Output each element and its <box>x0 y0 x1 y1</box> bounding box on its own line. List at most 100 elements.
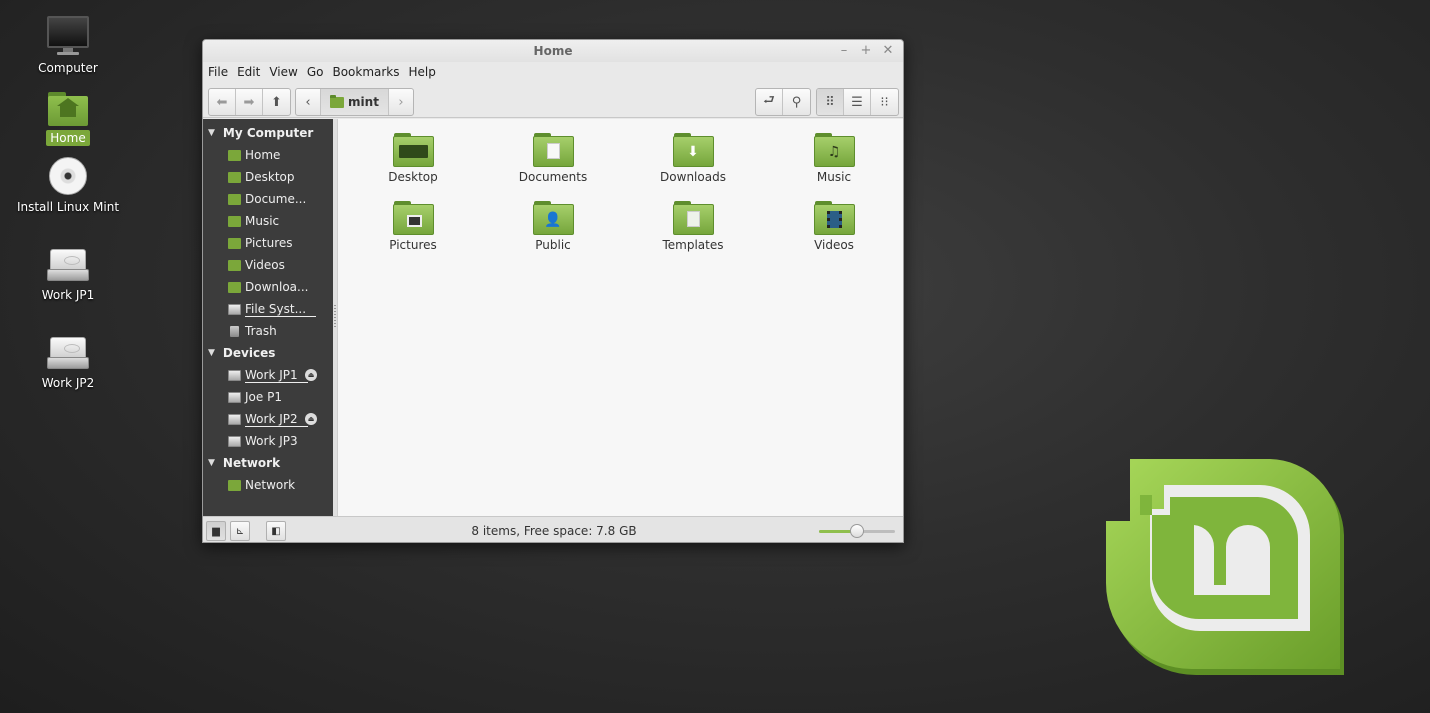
zoom-slider[interactable] <box>819 524 895 538</box>
breadcrumb-label: mint <box>348 95 379 109</box>
zoom-slider-knob[interactable] <box>850 524 864 538</box>
file-view: Desktop Documents ⬇ Downloads ♫ Music Pi… <box>338 119 903 516</box>
desktop-icon-computer[interactable]: Computer <box>8 16 128 76</box>
pictures-folder-icon <box>228 237 241 249</box>
sidebar-item-network[interactable]: Network <box>203 474 333 496</box>
sidebar-item-trash[interactable]: Trash <box>203 320 333 342</box>
menu-help[interactable]: Help <box>409 65 442 79</box>
drive-icon <box>228 391 241 403</box>
documents-folder-icon <box>228 193 241 205</box>
drive-icon <box>47 249 89 283</box>
sidebar-item-music[interactable]: Music <box>203 210 333 232</box>
trash-icon <box>230 325 239 337</box>
sidebar-item-label: Music <box>245 214 280 228</box>
search-button[interactable]: ⚲ <box>783 89 810 115</box>
menu-go[interactable]: Go <box>307 65 330 79</box>
triangle-down-icon: ▼ <box>208 128 215 138</box>
file-item-documents[interactable]: Documents <box>498 133 608 184</box>
eject-icon[interactable]: ⏏ <box>305 413 317 425</box>
menu-edit[interactable]: Edit <box>237 65 266 79</box>
open-terminal-button[interactable]: ⮐ <box>756 89 783 115</box>
icon-view-button[interactable]: ⠿ <box>817 89 844 115</box>
sidebar-item-work-jp1[interactable]: Work JP1 ⏏ <box>203 364 333 386</box>
triangle-down-icon: ▼ <box>208 458 215 468</box>
desktop-icon-label: Computer <box>38 61 98 75</box>
desktop-icon-work-jp2[interactable]: Work JP2 <box>8 337 128 391</box>
public-folder-icon: 👤 <box>532 201 574 235</box>
disc-icon <box>49 157 87 195</box>
sidebar-item-label: Network <box>245 478 296 492</box>
desktop-icon-home[interactable]: Home <box>8 92 128 146</box>
forward-button[interactable]: ➡ <box>236 89 263 115</box>
file-item-downloads[interactable]: ⬇ Downloads <box>638 133 748 184</box>
breadcrumb: ‹ mint › <box>295 88 414 116</box>
drive-icon <box>228 369 241 381</box>
sidebar-section-network[interactable]: ▼ Network <box>203 452 333 474</box>
sidebar-item-pictures[interactable]: Pictures <box>203 232 333 254</box>
documents-folder-icon <box>532 133 574 167</box>
back-button[interactable]: ⬅ <box>209 89 236 115</box>
downloads-folder-icon <box>228 281 241 293</box>
menu-view[interactable]: View <box>269 65 303 79</box>
desktop-icon-work-jp1[interactable]: Work JP1 <box>8 249 128 303</box>
drive-icon <box>228 303 241 315</box>
path-next-button[interactable]: › <box>389 89 413 115</box>
minimize-button[interactable]: – <box>837 43 851 58</box>
file-item-label: Music <box>816 170 852 184</box>
sidebar-item-label: Trash <box>245 324 277 338</box>
up-button[interactable]: ⬆ <box>263 89 290 115</box>
file-item-music[interactable]: ♫ Music <box>779 133 889 184</box>
file-item-public[interactable]: 👤 Public <box>498 201 608 252</box>
menubar: File Edit View Go Bookmarks Help <box>203 62 903 82</box>
sidebar-item-file-system[interactable]: File Syst... <box>203 298 333 320</box>
menu-bookmarks[interactable]: Bookmarks <box>332 65 405 79</box>
compact-view-button[interactable]: ⁝⁝ <box>871 89 898 115</box>
nav-button-group: ⬅ ➡ ⬆ <box>208 88 291 116</box>
videos-folder-icon <box>813 201 855 235</box>
sidebar-item-joe-p1[interactable]: Joe P1 <box>203 386 333 408</box>
sidebar-item-downloads[interactable]: Downloa... <box>203 276 333 298</box>
sidebar-item-work-jp3[interactable]: Work JP3 <box>203 430 333 452</box>
home-folder-icon <box>48 92 88 126</box>
eject-icon[interactable]: ⏏ <box>305 369 317 381</box>
desktop-icon-label: Install Linux Mint <box>16 200 120 214</box>
music-folder-icon <box>228 215 241 227</box>
compact-icon: ⁝⁝ <box>880 94 889 110</box>
arrow-left-icon: ⬅ <box>216 94 228 110</box>
sidebar-item-label: Videos <box>245 258 285 272</box>
triangle-down-icon: ▼ <box>208 348 215 358</box>
file-manager-window: Home – + ✕ File Edit View Go Bookmarks H… <box>202 39 904 543</box>
drive-icon <box>228 435 241 447</box>
file-item-desktop[interactable]: Desktop <box>358 133 468 184</box>
sidebar-item-label: Desktop <box>245 170 295 184</box>
breadcrumb-mint[interactable]: mint <box>321 89 389 115</box>
sidebar-section-my-computer[interactable]: ▼ My Computer <box>203 122 333 144</box>
file-item-label: Videos <box>814 238 854 252</box>
music-folder-icon: ♫ <box>813 133 855 167</box>
sidebar-item-videos[interactable]: Videos <box>203 254 333 276</box>
file-item-templates[interactable]: Templates <box>638 201 748 252</box>
sidebar-section-devices[interactable]: ▼ Devices <box>203 342 333 364</box>
path-toggle-button[interactable]: ‹ <box>296 89 321 115</box>
desktop-icon-install-linux-mint[interactable]: Install Linux Mint <box>8 157 128 215</box>
titlebar[interactable]: Home – + ✕ <box>203 40 903 62</box>
sidebar-item-home[interactable]: Home <box>203 144 333 166</box>
tools-button-group: ⮐ ⚲ <box>755 88 811 116</box>
sidebar-item-desktop[interactable]: Desktop <box>203 166 333 188</box>
statusbar: ▆ ⊾ ◧ 8 items, Free space: 7.8 GB <box>203 516 903 542</box>
toolbar: ⬅ ➡ ⬆ ‹ mint › ⮐ ⚲ ⠿ ☰ ⁝⁝ <box>203 82 903 118</box>
home-folder-icon <box>228 149 241 161</box>
file-item-videos[interactable]: Videos <box>779 201 889 252</box>
list-view-button[interactable]: ☰ <box>844 89 871 115</box>
sidebar-item-documents[interactable]: Docume... <box>203 188 333 210</box>
close-button[interactable]: ✕ <box>881 43 895 58</box>
terminal-icon: ⮐ <box>763 93 775 108</box>
sidebar-item-work-jp2[interactable]: Work JP2 ⏏ <box>203 408 333 430</box>
drive-icon <box>228 413 241 425</box>
status-text: 8 items, Free space: 7.8 GB <box>471 524 637 538</box>
file-item-pictures[interactable]: Pictures <box>358 201 468 252</box>
menu-file[interactable]: File <box>208 65 234 79</box>
maximize-button[interactable]: + <box>859 43 873 58</box>
pictures-folder-icon <box>392 201 434 235</box>
sidebar-item-label: Work JP1 <box>245 368 308 383</box>
